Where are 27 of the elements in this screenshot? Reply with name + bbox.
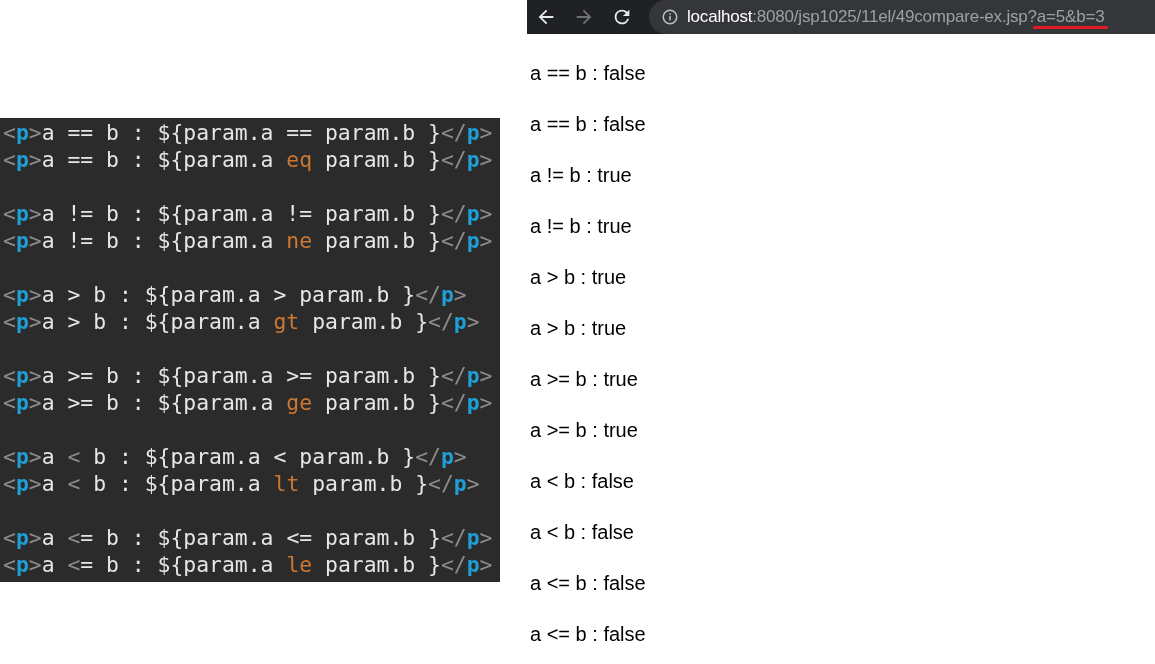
output-text: a < b : false	[530, 469, 635, 494]
output-text: a <= b : false	[530, 571, 647, 596]
code-line: <p>a < b : ${param.a lt param.b }</p>	[3, 470, 480, 497]
address-bar[interactable]: localhost:8080/jsp1025/11el/49compare-ex.jsp?a=5&b=3	[649, 0, 1155, 34]
code-line: <p>a <= b : ${param.a <= param.b }</p>	[3, 524, 493, 551]
code-line: <p>a != b : ${param.a != param.b }</p>	[3, 200, 493, 227]
output-text: a == b : false	[530, 112, 647, 137]
output-text: a >= b : true	[530, 418, 639, 443]
code-line: <p>a > b : ${param.a gt param.b }</p>	[3, 308, 480, 335]
output-text: a <= b : false	[530, 622, 647, 647]
output-text: a >= b : true	[530, 367, 639, 392]
output-text: a == b : false	[530, 61, 647, 86]
output-text: a != b : true	[530, 214, 633, 239]
code-line: <p>a <= b : ${param.a le param.b }</p>	[3, 551, 493, 578]
output-text: a != b : true	[530, 163, 633, 188]
code-line: <p>a < b : ${param.a < param.b }</p>	[3, 443, 467, 470]
code-line: <p>a != b : ${param.a ne param.b }</p>	[3, 227, 493, 254]
output-text: a > b : true	[530, 265, 628, 290]
code-line: <p>a >= b : ${param.a >= param.b }</p>	[3, 362, 493, 389]
code-line: <p>a == b : ${param.a == param.b }</p>	[3, 119, 493, 146]
code-line: <p>a == b : ${param.a eq param.b }</p>	[3, 146, 493, 173]
code-line: <p>a >= b : ${param.a ge param.b }</p>	[3, 389, 493, 416]
output-text: a > b : true	[530, 316, 628, 341]
code-line: <p>a > b : ${param.a > param.b }</p>	[3, 281, 467, 308]
url-text: localhost:8080/jsp1025/11el/49compare-ex.jsp?a=5&b=3	[687, 8, 1105, 26]
output-text: a < b : false	[530, 520, 635, 545]
info-icon	[661, 8, 679, 26]
